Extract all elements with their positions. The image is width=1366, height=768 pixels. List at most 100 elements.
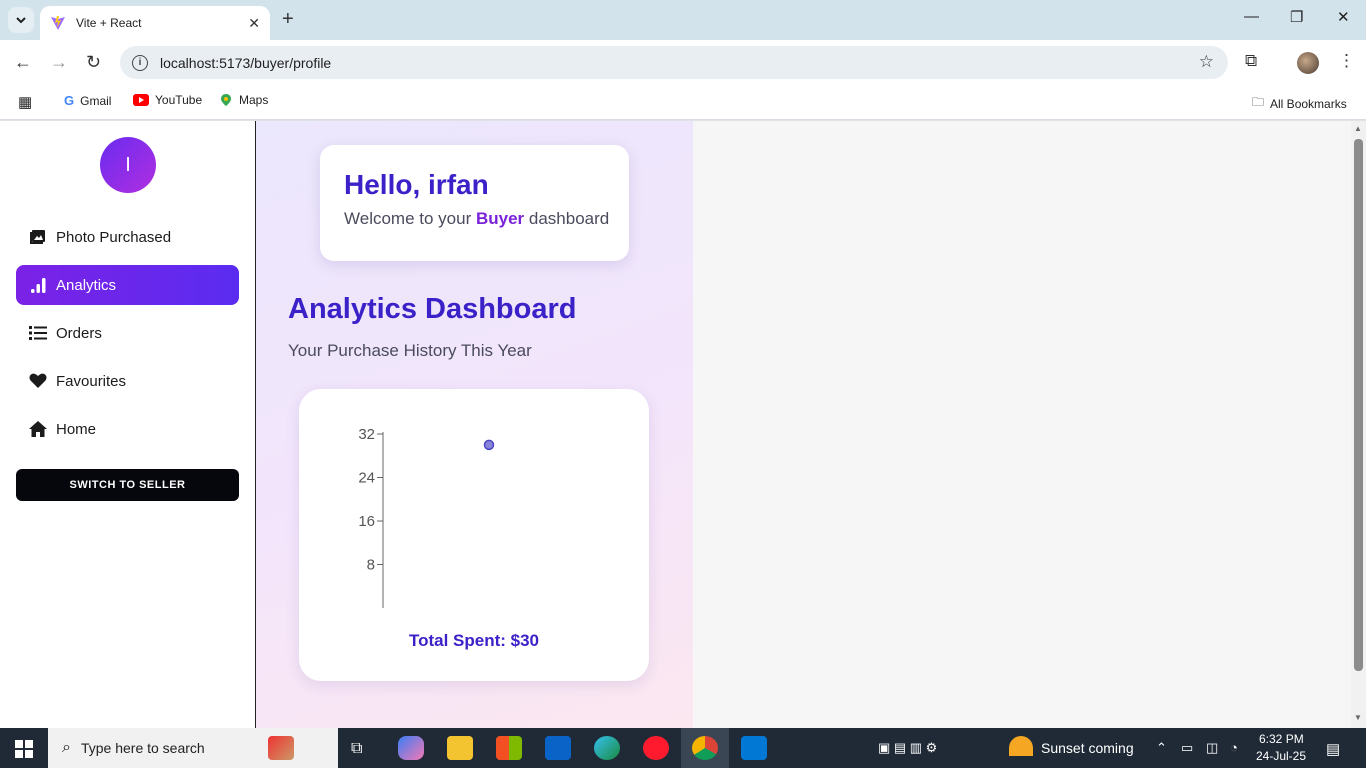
- bookmark-label: Maps: [239, 93, 269, 107]
- reload-icon[interactable]: ↻: [86, 52, 101, 73]
- forward-icon[interactable]: →: [50, 52, 68, 73]
- page-title: Analytics Dashboard: [288, 293, 577, 325]
- bar-chart-icon: [28, 275, 48, 295]
- all-bookmarks-label: All Bookmarks: [1270, 96, 1347, 111]
- profile-avatar[interactable]: [1297, 52, 1319, 74]
- browser-tab-strip: Vite + React ✕ + — ❐ ✕: [0, 0, 1366, 40]
- image-icon: [28, 227, 48, 247]
- tab-title: Vite + React: [76, 16, 142, 30]
- purchase-chart: 8 16 24 32: [358, 426, 495, 608]
- copilot-icon[interactable]: [398, 736, 424, 760]
- network-icon[interactable]: ◫: [1206, 740, 1218, 756]
- y-tick-label: 16: [358, 513, 375, 530]
- greeting-subtitle: Welcome to your Buyer dashboard: [344, 209, 629, 229]
- sidebar-item-favourites[interactable]: Favourites: [16, 361, 239, 401]
- heart-icon: [28, 371, 48, 391]
- role-label: Buyer: [475, 209, 525, 228]
- notification-icon[interactable]: ▤: [1326, 740, 1340, 758]
- sidebar-item-analytics[interactable]: Analytics: [16, 265, 239, 305]
- wifi-icon[interactable]: ◔: [1230, 740, 1238, 755]
- y-tick-label: 8: [367, 557, 375, 574]
- home-icon: [28, 419, 48, 439]
- taskbar-search[interactable]: ⌕ Type here to search: [48, 728, 338, 768]
- folder-icon: 🗀: [1252, 95, 1265, 109]
- tray-camera-icons[interactable]: ▣ ▤ ▥ ⚙: [878, 740, 937, 756]
- maps-icon: [221, 94, 231, 106]
- task-view-icon[interactable]: ⧉: [351, 740, 362, 758]
- sidebar-item-home[interactable]: Home: [16, 409, 239, 449]
- ms-store-icon[interactable]: [496, 736, 522, 760]
- extensions-icon[interactable]: ⧉: [1245, 51, 1257, 71]
- sidebar-item-label: Favourites: [56, 372, 127, 390]
- search-highlight-icon[interactable]: [268, 736, 294, 760]
- chrome-icon[interactable]: [692, 736, 718, 760]
- clock-date: 24-Jul-25: [1256, 749, 1307, 763]
- sidebar-item-photo-purchased[interactable]: Photo Purchased: [16, 217, 239, 257]
- data-point: [483, 439, 495, 451]
- sidebar-item-label: Home: [56, 420, 97, 438]
- outlook-icon[interactable]: [545, 736, 571, 760]
- list-icon: [28, 323, 48, 343]
- window-close-icon[interactable]: ✕: [1337, 8, 1350, 26]
- greeting-sub-suffix: dashboard: [524, 209, 610, 228]
- scroll-down-icon[interactable]: ▼: [1354, 713, 1362, 722]
- greeting-sub-prefix: Welcome to your: [344, 209, 476, 228]
- windows-start-icon[interactable]: [15, 740, 33, 758]
- battery-icon[interactable]: ▭: [1181, 740, 1193, 756]
- bookmark-label: Gmail: [80, 93, 112, 108]
- minimize-icon[interactable]: —: [1244, 8, 1259, 25]
- clock-time: 6:32 PM: [1259, 732, 1304, 746]
- scroll-up-icon[interactable]: ▲: [1354, 124, 1362, 133]
- search-icon: ⌕: [62, 739, 71, 756]
- back-icon[interactable]: ←: [14, 52, 32, 73]
- site-info-icon[interactable]: i: [132, 54, 148, 71]
- main-content: Hello, irfan Welcome to your Buyer dashb…: [256, 121, 693, 728]
- restore-icon[interactable]: ❐: [1290, 8, 1303, 26]
- y-tick-label: 32: [358, 426, 375, 443]
- edge-icon[interactable]: [594, 736, 620, 760]
- taskbar-search-placeholder: Type here to search: [80, 740, 205, 756]
- bookmark-maps[interactable]: Maps: [219, 93, 268, 107]
- user-avatar[interactable]: I: [100, 137, 156, 193]
- total-spent: Total Spent: $30: [408, 631, 540, 650]
- opera-icon[interactable]: [643, 736, 669, 760]
- tray-chevron-icon[interactable]: ⌃: [1156, 740, 1167, 756]
- menu-kebab-icon[interactable]: ⋮: [1338, 51, 1355, 71]
- bookmark-youtube[interactable]: YouTube: [133, 93, 202, 107]
- tab-search-button[interactable]: [8, 7, 34, 33]
- address-url[interactable]: localhost:5173/buyer/profile: [160, 55, 331, 71]
- switch-to-seller-button[interactable]: SWITCH TO SELLER: [16, 469, 239, 501]
- page-scrollbar[interactable]: ▲ ▼: [1351, 121, 1366, 728]
- page-subtitle: Your Purchase History This Year: [288, 341, 532, 360]
- sidebar: I Photo Purchased Analytics Orders Favou…: [0, 121, 256, 728]
- windows-taskbar: ⌕ Type here to search ⧉ ▣ ▤ ▥ ⚙ Sunset c…: [0, 728, 1366, 768]
- taskbar-clock[interactable]: 6:32 PM 24-Jul-25: [1256, 731, 1306, 765]
- analytics-chart-card: 8 16 24 32 Total Spent: $30: [299, 389, 649, 681]
- bookmark-label: YouTube: [155, 93, 203, 107]
- address-bar[interactable]: i localhost:5173/buyer/profile ☆: [120, 46, 1228, 79]
- sidebar-item-label: Photo Purchased: [56, 228, 172, 246]
- y-tick-label: 24: [358, 470, 375, 487]
- new-tab-icon[interactable]: +: [282, 8, 294, 31]
- sidebar-item-label: Analytics: [56, 276, 117, 294]
- weather-text[interactable]: Sunset coming: [1041, 740, 1134, 756]
- bookmarks-bar: ▦ G Gmail YouTube Maps 🗀 All Bookmarks: [0, 85, 1366, 120]
- page-viewport: I Photo Purchased Analytics Orders Favou…: [0, 121, 1366, 728]
- weather-sun-icon[interactable]: [1009, 736, 1033, 756]
- browser-toolbar: ← → ↻ i localhost:5173/buyer/profile ☆ ⧉…: [0, 40, 1366, 85]
- chevron-down-icon: [16, 17, 26, 24]
- youtube-icon: [133, 94, 149, 106]
- google-icon: G: [64, 93, 75, 108]
- bookmark-star-icon[interactable]: ☆: [1199, 52, 1214, 72]
- greeting-title: Hello, irfan: [344, 169, 489, 200]
- greeting-card: Hello, irfan Welcome to your Buyer dashb…: [320, 145, 629, 261]
- sidebar-item-orders[interactable]: Orders: [16, 313, 239, 353]
- browser-tab[interactable]: Vite + React ✕: [40, 6, 270, 40]
- tab-close-icon[interactable]: ✕: [248, 15, 260, 32]
- apps-grid-icon[interactable]: ▦: [18, 93, 32, 111]
- all-bookmarks-button[interactable]: 🗀 All Bookmarks: [1252, 93, 1347, 114]
- file-explorer-icon[interactable]: [447, 736, 473, 760]
- vscode-icon[interactable]: [741, 736, 767, 760]
- scrollbar-thumb[interactable]: [1354, 139, 1363, 671]
- bookmark-gmail[interactable]: G Gmail: [64, 93, 111, 108]
